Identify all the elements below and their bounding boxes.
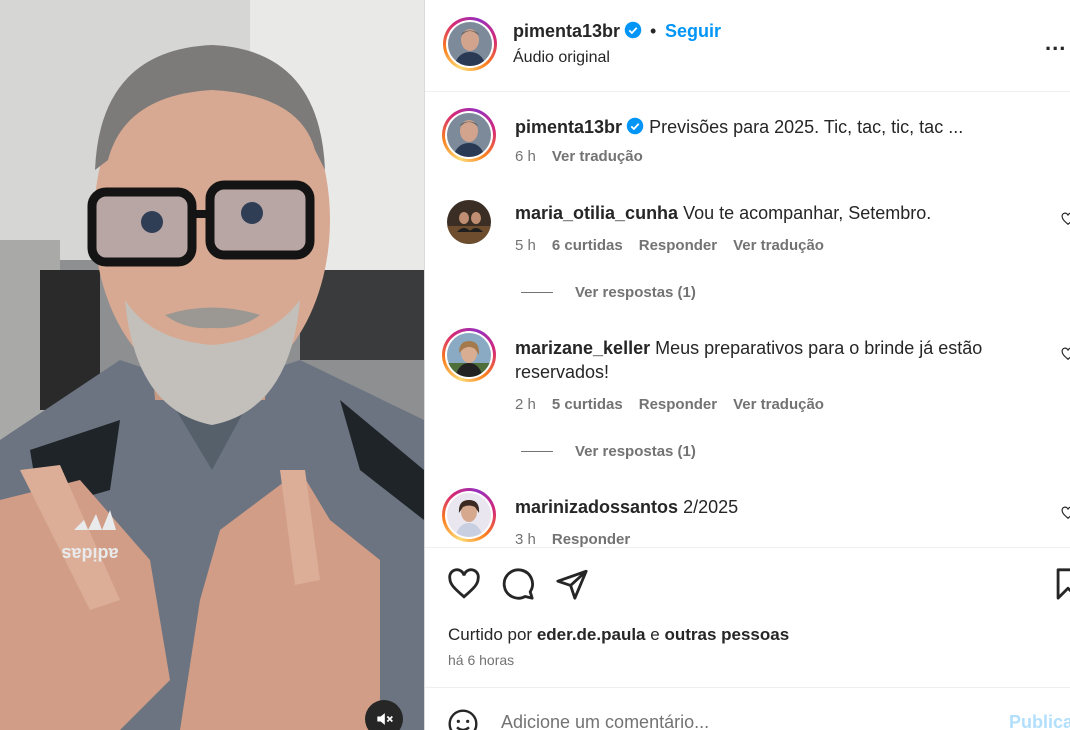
avatar[interactable] bbox=[448, 22, 492, 66]
commenter-story-ring[interactable] bbox=[442, 328, 496, 382]
liked-by: Curtido por eder.de.paula e outras pesso… bbox=[448, 625, 789, 645]
comment-time[interactable]: 5 h bbox=[515, 237, 536, 254]
separator-dot: • bbox=[650, 21, 657, 41]
translate-link[interactable]: Ver tradução bbox=[733, 396, 824, 413]
avatar[interactable] bbox=[447, 200, 491, 244]
comment-body: Vou te acompanhar, Setembro. bbox=[683, 203, 932, 223]
comment-like-heart-icon[interactable] bbox=[1061, 212, 1070, 226]
caption-text: pimenta13br Previsões para 2025. Tic, ta… bbox=[515, 115, 1035, 139]
comment-username[interactable]: maria_otilia_cunha bbox=[515, 203, 678, 223]
liked-by-and: e bbox=[650, 625, 660, 644]
like-heart-icon[interactable] bbox=[447, 567, 481, 601]
comments-list[interactable]: pimenta13br Previsões para 2025. Tic, ta… bbox=[425, 92, 1070, 547]
publish-button[interactable]: Publicar bbox=[1009, 712, 1070, 730]
reply-button[interactable]: Responder bbox=[639, 396, 717, 413]
comment-text: marinizadossantos 2/2025 bbox=[515, 495, 1035, 519]
comment-meta: 5 h 6 curtidas Responder Ver tradução bbox=[515, 237, 824, 254]
post-actions: Curtido por eder.de.paula e outras pesso… bbox=[425, 547, 1070, 687]
view-replies-label: Ver respostas (1) bbox=[575, 284, 696, 301]
commenter-story-ring[interactable] bbox=[442, 488, 496, 542]
comment-time[interactable]: 2 h bbox=[515, 396, 536, 413]
reply-button[interactable]: Responder bbox=[639, 237, 717, 254]
comment-input[interactable] bbox=[501, 712, 941, 730]
view-replies-button[interactable]: Ver respostas (1) bbox=[521, 284, 696, 301]
video-frame: adidas bbox=[0, 0, 424, 730]
comment-text: maria_otilia_cunha Vou te acompanhar, Se… bbox=[515, 201, 1035, 225]
save-bookmark-icon[interactable] bbox=[1051, 567, 1070, 601]
comment-time[interactable]: 3 h bbox=[515, 531, 536, 547]
author-story-ring[interactable] bbox=[443, 17, 497, 71]
liked-by-user-link[interactable]: eder.de.paula bbox=[537, 625, 646, 644]
comment-body: 2/2025 bbox=[683, 497, 739, 517]
avatar[interactable] bbox=[447, 113, 491, 157]
caption-body: Previsões para 2025. Tic, tac, tic, tac … bbox=[649, 117, 964, 137]
caption-time[interactable]: 6 h bbox=[515, 148, 536, 165]
reel-video[interactable]: adidas bbox=[0, 0, 424, 730]
reply-line bbox=[521, 451, 553, 452]
emoji-icon[interactable] bbox=[447, 708, 479, 730]
share-send-icon[interactable] bbox=[555, 567, 589, 601]
comment-like-heart-icon[interactable] bbox=[1061, 506, 1070, 520]
comment-likes[interactable]: 5 curtidas bbox=[552, 396, 623, 413]
comment-composer: Publicar bbox=[425, 687, 1070, 730]
author-username[interactable]: pimenta13br bbox=[513, 21, 642, 42]
avatar[interactable] bbox=[447, 493, 491, 537]
comment-likes[interactable]: 6 curtidas bbox=[552, 237, 623, 254]
comment-text: marizane_keller Meus preparativos para o… bbox=[515, 336, 1035, 384]
caption-author-ring[interactable] bbox=[442, 108, 496, 162]
caption-translate-link[interactable]: Ver tradução bbox=[552, 148, 643, 165]
svg-text:adidas: adidas bbox=[61, 544, 118, 564]
comment-like-heart-icon[interactable] bbox=[1061, 347, 1070, 361]
caption-username[interactable]: pimenta13br bbox=[515, 117, 622, 137]
caption-meta: 6 h Ver tradução bbox=[515, 148, 643, 165]
view-replies-label: Ver respostas (1) bbox=[575, 443, 696, 460]
translate-link[interactable]: Ver tradução bbox=[733, 237, 824, 254]
verified-badge-icon bbox=[624, 21, 642, 39]
comment-username[interactable]: marizane_keller bbox=[515, 338, 650, 358]
mute-button[interactable] bbox=[365, 700, 403, 730]
comment-username[interactable]: marinizadossantos bbox=[515, 497, 678, 517]
post-header: pimenta13br • Seguir Áudio original ... bbox=[425, 0, 1070, 92]
post-timestamp[interactable]: há 6 horas bbox=[448, 652, 514, 668]
speaker-muted-icon bbox=[377, 713, 393, 725]
view-replies-button[interactable]: Ver respostas (1) bbox=[521, 443, 696, 460]
post-sidebar: pimenta13br • Seguir Áudio original ... … bbox=[424, 0, 1070, 730]
follow-button[interactable]: Seguir bbox=[665, 21, 721, 42]
verified-badge-icon bbox=[626, 117, 644, 135]
liked-by-others-link[interactable]: outras pessoas bbox=[664, 625, 789, 644]
more-options-icon[interactable]: ... bbox=[1045, 30, 1066, 56]
audio-label[interactable]: Áudio original bbox=[513, 49, 610, 67]
avatar[interactable] bbox=[447, 333, 491, 377]
reply-line bbox=[521, 292, 553, 293]
comment-meta: 2 h 5 curtidas Responder Ver tradução bbox=[515, 396, 824, 413]
comment-bubble-icon[interactable] bbox=[501, 567, 535, 601]
reply-button[interactable]: Responder bbox=[552, 531, 630, 547]
liked-by-prefix: Curtido por bbox=[448, 625, 533, 644]
comment-meta: 3 h Responder bbox=[515, 531, 630, 547]
